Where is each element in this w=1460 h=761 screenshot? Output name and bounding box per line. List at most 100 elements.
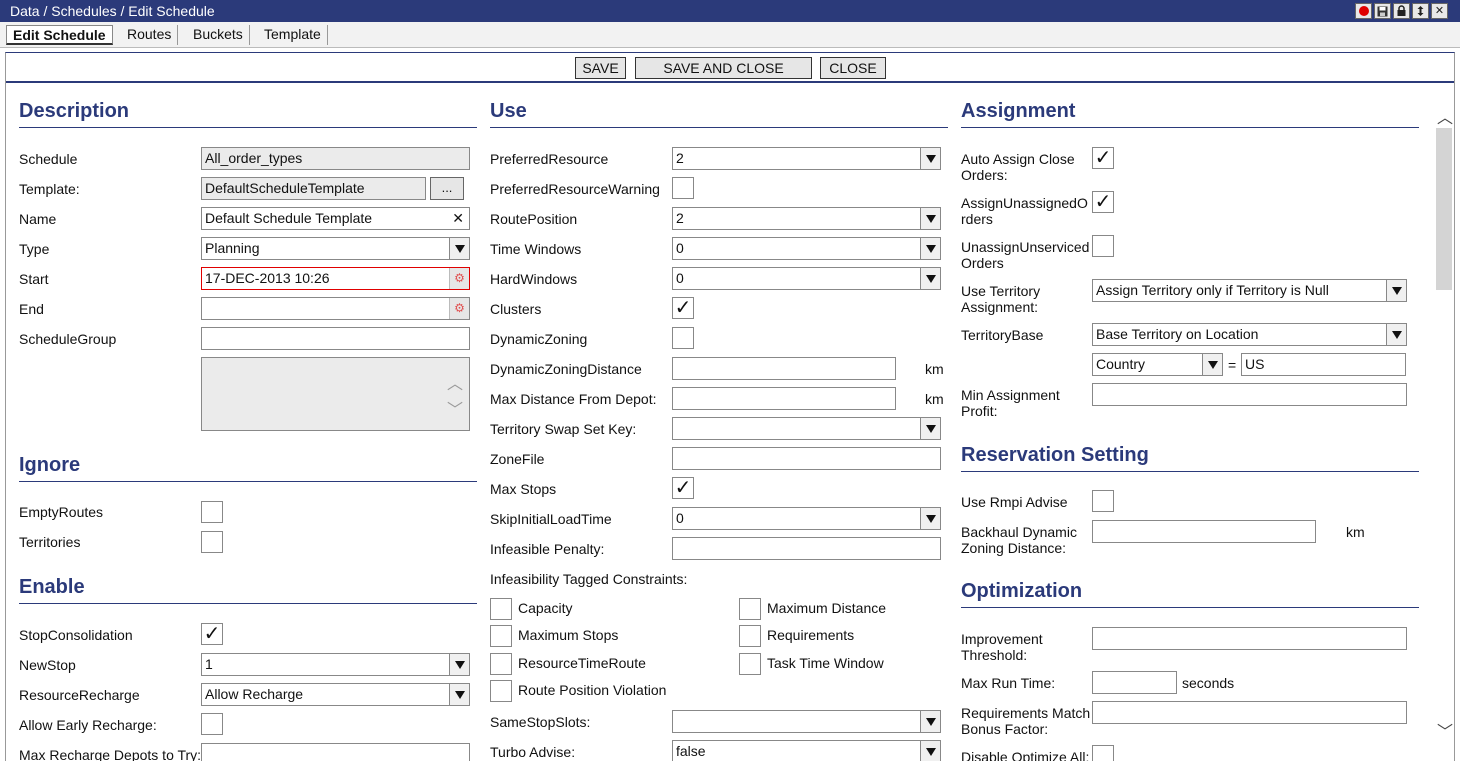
chevron-down-icon[interactable]	[1386, 324, 1406, 345]
use-territory-select[interactable]: Assign Territory only if Territory is Nu…	[1092, 279, 1407, 302]
req-match-label: Requirements Match Bonus Factor:	[961, 705, 1091, 737]
description-heading: Description	[19, 98, 477, 128]
tab-routes[interactable]: Routes	[121, 25, 179, 45]
chevron-down-icon[interactable]	[920, 238, 940, 259]
description-textarea[interactable]: ︿ ﹀	[201, 357, 470, 431]
skip-load-label: SkipInitialLoadTime	[490, 511, 612, 527]
scroll-down-icon[interactable]: ﹀	[447, 396, 463, 420]
chevron-down-icon[interactable]	[920, 208, 940, 229]
rmpi-checkbox[interactable]	[1092, 490, 1114, 512]
improvement-input[interactable]	[1092, 627, 1407, 650]
max-stops-checkbox[interactable]: ✓	[672, 477, 694, 499]
chevron-down-icon[interactable]	[449, 654, 469, 675]
chevron-down-icon[interactable]	[920, 418, 940, 439]
scroll-down-icon[interactable]: ﹀	[1437, 718, 1453, 742]
name-input[interactable]: Default Schedule Template ✕	[201, 207, 470, 230]
clear-icon[interactable]: ✕	[452, 208, 464, 229]
chevron-down-icon[interactable]	[920, 741, 940, 761]
hard-windows-select[interactable]: 0	[672, 267, 941, 290]
chevron-down-icon[interactable]	[1386, 280, 1406, 301]
assign-unassigned-label: AssignUnassignedOrders	[961, 195, 1088, 227]
backhaul-input[interactable]	[1092, 520, 1316, 543]
infeasible-penalty-input[interactable]	[672, 537, 941, 560]
window-controls: ✕	[1355, 3, 1448, 19]
req-match-input[interactable]	[1092, 701, 1407, 724]
constraint-checkbox[interactable]	[490, 653, 512, 675]
vertical-scrollbar[interactable]: ︿ ﹀	[1434, 86, 1454, 761]
lock-icon[interactable]	[1393, 3, 1410, 19]
same-stop-slots-select[interactable]	[672, 710, 941, 733]
tab-template[interactable]: Template	[258, 25, 328, 45]
turbo-advise-select[interactable]: false	[672, 740, 941, 761]
max-distance-label: Max Distance From Depot:	[490, 391, 657, 407]
close-button[interactable]: CLOSE	[820, 57, 886, 79]
constraint-checkbox[interactable]	[490, 625, 512, 647]
tab-edit-schedule[interactable]: Edit Schedule	[6, 25, 113, 45]
max-recharge-depots-label: Max Recharge Depots to Try:	[19, 747, 202, 761]
unassign-unserviced-checkbox[interactable]	[1092, 235, 1114, 257]
auto-assign-checkbox[interactable]: ✓	[1092, 147, 1114, 169]
constraint-checkbox[interactable]	[490, 680, 512, 702]
record-icon[interactable]	[1355, 3, 1372, 19]
enable-heading: Enable	[19, 574, 477, 604]
territory-base-select[interactable]: Base Territory on Location	[1092, 323, 1407, 346]
skip-load-select[interactable]: 0	[672, 507, 941, 530]
same-stop-slots-label: SameStopSlots:	[490, 714, 591, 730]
chevron-down-icon[interactable]	[920, 148, 940, 169]
territories-checkbox[interactable]	[201, 531, 223, 553]
constraint-checkbox[interactable]	[739, 598, 761, 620]
scroll-up-icon[interactable]: ︿	[447, 370, 463, 394]
form-content: Description Schedule All_order_types Tem…	[6, 86, 1434, 761]
chevron-down-icon[interactable]	[1202, 354, 1222, 375]
save-icon[interactable]	[1374, 3, 1391, 19]
new-stop-select[interactable]: 1	[201, 653, 470, 676]
dynamic-zoning-checkbox[interactable]	[672, 327, 694, 349]
chevron-down-icon[interactable]	[449, 238, 469, 259]
start-date-input[interactable]: 17-DEC-2013 10:26 ⚙	[201, 267, 470, 290]
refresh-icon[interactable]	[1412, 3, 1429, 19]
chevron-down-icon[interactable]	[920, 711, 940, 732]
preferred-resource-select[interactable]: 2	[672, 147, 941, 170]
type-select[interactable]: Planning	[201, 237, 470, 260]
tab-buckets[interactable]: Buckets	[187, 25, 250, 45]
empty-routes-checkbox[interactable]	[201, 501, 223, 523]
calendar-icon[interactable]: ⚙	[449, 268, 469, 289]
constraint-label: Task Time Window	[767, 655, 884, 671]
scrollbar-thumb[interactable]	[1436, 128, 1452, 290]
save-button[interactable]: SAVE	[575, 57, 626, 79]
constraint-checkbox[interactable]	[490, 598, 512, 620]
preferred-warning-checkbox[interactable]	[672, 177, 694, 199]
dz-distance-input[interactable]	[672, 357, 896, 380]
country-code-input[interactable]: US	[1241, 353, 1406, 376]
stop-consolidation-checkbox[interactable]: ✓	[201, 623, 223, 645]
chevron-down-icon[interactable]	[449, 684, 469, 705]
route-position-select[interactable]: 2	[672, 207, 941, 230]
disable-optimize-checkbox[interactable]	[1092, 745, 1114, 761]
early-recharge-checkbox[interactable]	[201, 713, 223, 735]
min-profit-input[interactable]	[1092, 383, 1407, 406]
calendar-icon[interactable]: ⚙	[449, 298, 469, 319]
save-and-close-button[interactable]: SAVE AND CLOSE	[635, 57, 812, 79]
zone-file-input[interactable]	[672, 447, 941, 470]
swap-set-select[interactable]	[672, 417, 941, 440]
resource-recharge-select[interactable]: Allow Recharge	[201, 683, 470, 706]
close-icon[interactable]: ✕	[1431, 3, 1448, 19]
clusters-checkbox[interactable]: ✓	[672, 297, 694, 319]
constraint-checkbox[interactable]	[739, 625, 761, 647]
schedule-group-label: ScheduleGroup	[19, 331, 117, 347]
assign-unassigned-checkbox[interactable]: ✓	[1092, 191, 1114, 213]
schedule-group-input[interactable]	[201, 327, 470, 350]
window-title-bar: Data / Schedules / Edit Schedule ✕	[0, 0, 1460, 22]
time-windows-select[interactable]: 0	[672, 237, 941, 260]
max-recharge-depots-input[interactable]	[201, 743, 470, 761]
template-browse-button[interactable]: ...	[430, 177, 464, 200]
end-date-input[interactable]: ⚙	[201, 297, 470, 320]
chevron-down-icon[interactable]	[920, 268, 940, 289]
country-select[interactable]: Country	[1092, 353, 1223, 376]
chevron-down-icon[interactable]	[920, 508, 940, 529]
max-run-input[interactable]	[1092, 671, 1177, 694]
max-distance-input[interactable]	[672, 387, 896, 410]
dynamic-zoning-label: DynamicZoning	[490, 331, 588, 347]
constraint-checkbox[interactable]	[739, 653, 761, 675]
scroll-up-icon[interactable]: ︿	[1437, 104, 1453, 128]
